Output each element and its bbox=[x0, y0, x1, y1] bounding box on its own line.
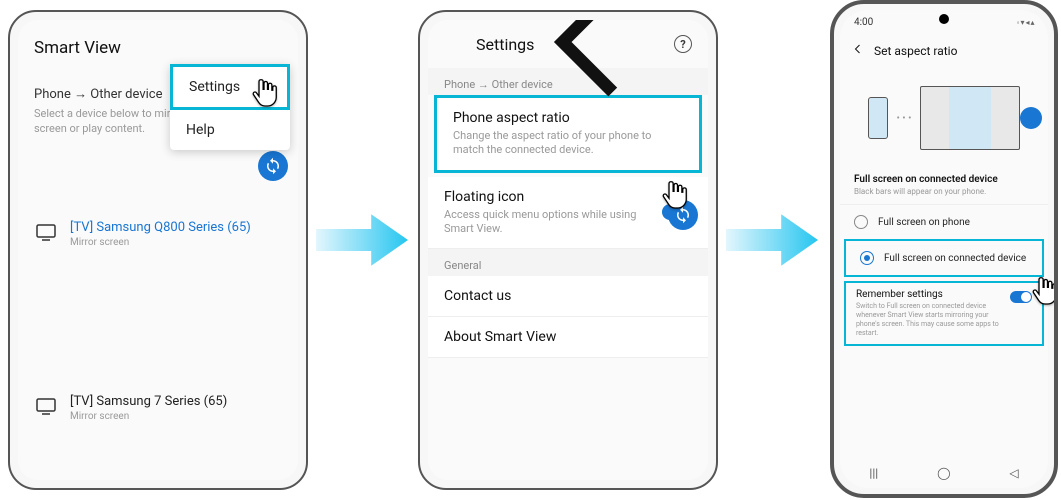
help-icon[interactable]: ? bbox=[674, 35, 692, 53]
radio-icon bbox=[854, 215, 868, 229]
refresh-button[interactable] bbox=[668, 200, 698, 230]
status-icons: ◦ ▾ ◂ ▴ bbox=[1017, 18, 1034, 27]
back-button[interactable] bbox=[444, 20, 462, 121]
device-name: [TV] Samsung 7 Series (65) bbox=[70, 394, 282, 409]
row-subtitle: Access quick menu options while using Sm… bbox=[444, 208, 662, 237]
row-about[interactable]: About Smart View bbox=[428, 317, 708, 358]
page-title: Set aspect ratio bbox=[874, 44, 957, 58]
device-row[interactable]: [TV] Samsung Q800 Series (65) Mirror scr… bbox=[18, 147, 298, 321]
nav-home[interactable]: ◯ bbox=[937, 466, 950, 480]
camera-hole bbox=[939, 14, 949, 24]
nav-recents[interactable]: ||| bbox=[869, 466, 878, 480]
section-label: General bbox=[428, 249, 708, 276]
row-title: About Smart View bbox=[444, 329, 692, 345]
radio-icon bbox=[860, 251, 874, 265]
tv-icon bbox=[34, 157, 58, 311]
row-subtitle: Switch to Full screen on connected devic… bbox=[856, 302, 1004, 338]
row-subtitle: Change the aspect ratio of your phone to… bbox=[453, 129, 683, 158]
nav-back[interactable]: ◁ bbox=[1009, 466, 1018, 480]
menu-help[interactable]: Help bbox=[170, 110, 290, 150]
row-title: Contact us bbox=[444, 288, 692, 304]
menu-settings[interactable]: Settings bbox=[170, 64, 290, 110]
row-floating-icon[interactable]: Floating icon Access quick menu options … bbox=[428, 177, 708, 250]
refresh-button[interactable] bbox=[258, 151, 288, 181]
phone-aspect-ratio: 4:00 ◦ ▾ ◂ ▴ Set aspect ratio • • • Full… bbox=[830, 0, 1058, 498]
arrow-icon bbox=[316, 210, 408, 270]
row-title: Floating icon bbox=[444, 189, 662, 205]
status-time: 4:00 bbox=[854, 17, 873, 28]
phone-smartview: Smart View Settings Help Phone → Other d… bbox=[8, 10, 308, 490]
tv-icon bbox=[34, 331, 58, 480]
preview-tv-icon bbox=[920, 86, 1020, 150]
row-remember-settings[interactable]: Remember settings Switch to Full screen … bbox=[844, 281, 1044, 346]
preview-phone-icon bbox=[868, 97, 888, 139]
page-title: Settings bbox=[476, 35, 534, 54]
settings-header: Settings ? bbox=[428, 20, 708, 68]
mode-subtitle: Black bars will appear on your phone. bbox=[840, 187, 1048, 204]
radio-label: Full screen on connected device bbox=[884, 253, 1026, 264]
device-name: [TV] Samsung Q800 Series (65) bbox=[70, 220, 282, 235]
toggle-remember[interactable] bbox=[1010, 291, 1032, 303]
radio-label: Full screen on phone bbox=[878, 217, 970, 228]
back-button[interactable] bbox=[852, 43, 864, 59]
phone-settings: Settings ? Phone → Other device Phone as… bbox=[418, 10, 718, 490]
refresh-button[interactable] bbox=[1020, 107, 1042, 129]
device-sub: Mirror screen bbox=[70, 237, 282, 248]
preview-illustration: • • • bbox=[840, 68, 1048, 168]
app-title: Smart View bbox=[34, 38, 121, 58]
nav-bar: ||| ◯ ◁ bbox=[840, 458, 1048, 488]
aspect-header: Set aspect ratio bbox=[840, 34, 1048, 68]
radio-full-screen-connected[interactable]: Full screen on connected device bbox=[846, 241, 1042, 275]
radio-full-screen-phone[interactable]: Full screen on phone bbox=[840, 204, 1048, 239]
dots-icon: • • • bbox=[896, 113, 911, 124]
device-row[interactable]: [TV] Samsung 7 Series (65) Mirror screen bbox=[18, 321, 298, 480]
mode-title: Full screen on connected device bbox=[840, 168, 1048, 187]
overflow-menu: Settings Help bbox=[170, 64, 290, 150]
device-sub: Mirror screen bbox=[70, 411, 282, 422]
arrow-icon bbox=[726, 210, 818, 270]
row-title: Remember settings bbox=[856, 289, 1004, 300]
row-contact-us[interactable]: Contact us bbox=[428, 276, 708, 317]
highlighted-area: Full screen on connected device bbox=[844, 239, 1044, 277]
